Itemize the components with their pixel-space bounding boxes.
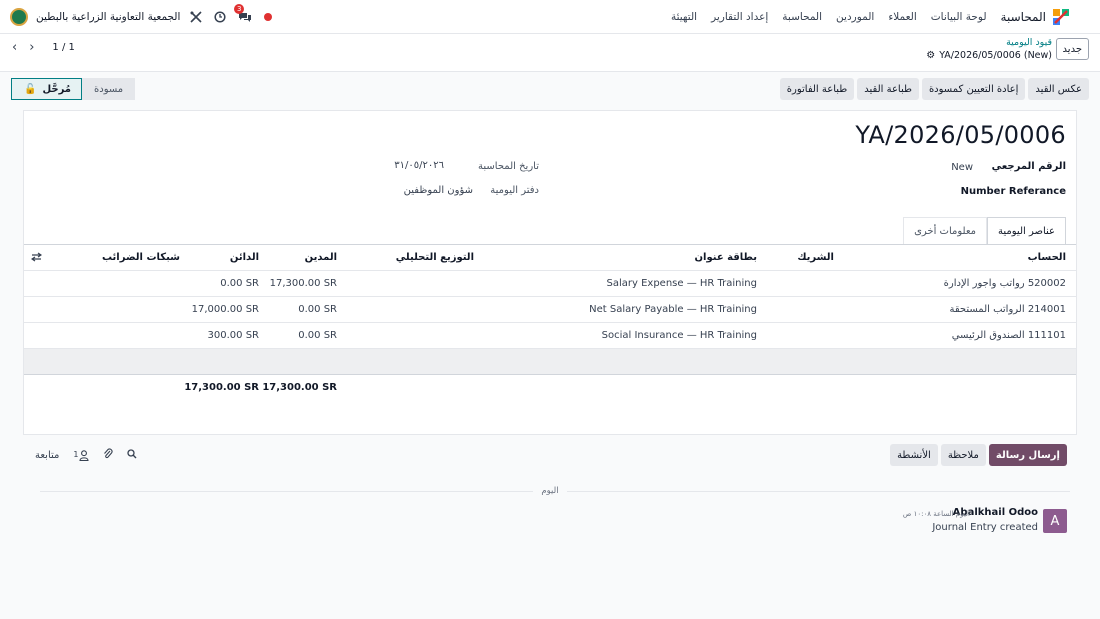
col-account[interactable]: الحساب	[1028, 245, 1066, 271]
print-invoice-button[interactable]: طباعة الفاتورة	[779, 78, 855, 100]
top-navbar: المحاسبة لوحة البيانات العملاء الموردين …	[0, 0, 1100, 34]
app-name[interactable]: المحاسبة	[1001, 10, 1046, 24]
form-tabs: عناصر اليومية معلومات أخرى	[903, 217, 1066, 244]
followers-button[interactable]: 1	[73, 449, 90, 461]
form-actions: عكس القيد إعادة التعيين كمسودة طباعة الق…	[779, 78, 1089, 100]
column-options-icon[interactable]	[30, 245, 43, 271]
row-label: Net Salary Payable — HR Training	[589, 304, 757, 315]
accounting-date-value[interactable]: ٣١/٠٥/٢٠٢٦	[394, 160, 444, 171]
breadcrumb-current-label: YA/2026/05/0006 (New)	[939, 50, 1052, 61]
menu-customers[interactable]: العملاء	[888, 11, 916, 23]
col-analytic[interactable]: التوزيع التحليلي	[396, 245, 474, 271]
table-row[interactable]: 520002 رواتب واجور الإدارة Salary Expens…	[24, 271, 1076, 297]
reference-label: الرقم المرجعي	[991, 161, 1066, 172]
company-switcher[interactable]: الجمعية التعاونية الزراعية بالبطين	[36, 11, 180, 23]
breadcrumb-current: YA/2026/05/0006 (New) ⚙	[926, 50, 1052, 61]
col-partner[interactable]: الشريك	[797, 245, 834, 271]
table-empty-row[interactable]	[24, 349, 1076, 375]
table-totals-row: 17,300.00 SR 17,300.00 SR	[24, 375, 1076, 401]
debug-tools-icon[interactable]	[190, 11, 202, 23]
accounting-date-label: تاريخ المحاسبة	[478, 161, 539, 172]
chat-icon[interactable]: 3	[233, 4, 252, 23]
systray: الجمعية التعاونية الزراعية بالبطين 3	[10, 0, 286, 34]
pager-previous-icon[interactable]: ‹	[12, 40, 17, 55]
row-credit: 17,000.00 SR	[191, 304, 259, 315]
row-account: 520002 رواتب واجور الإدارة	[943, 278, 1066, 289]
form-sheet: YA/2026/05/0006 الرقم المرجعي New Number…	[23, 110, 1077, 435]
chatter-buttons: إرسال رسالة ملاحظة الأنشطة	[890, 444, 1067, 466]
reset-to-draft-button[interactable]: إعادة التعيين كمسودة	[921, 78, 1026, 100]
menu-reporting[interactable]: إعداد التقارير	[711, 11, 768, 23]
menu-dashboard[interactable]: لوحة البيانات	[931, 11, 987, 23]
row-credit: 0.00 SR	[220, 278, 259, 289]
message-date: اليوم الساعة ١٠:٠٨ ص	[902, 510, 970, 518]
pager-value[interactable]: 1 / 1	[52, 42, 74, 53]
reference-value[interactable]: New	[951, 162, 973, 173]
row-label: Salary Expense — HR Training	[606, 278, 758, 289]
row-credit: 300.00 SR	[207, 330, 259, 341]
accounting-app-icon[interactable]	[1052, 8, 1070, 26]
message-body: Journal Entry created	[932, 522, 1038, 533]
total-credit: 17,300.00 SR	[184, 382, 259, 393]
col-label[interactable]: بطاقة عنوان	[695, 245, 758, 271]
status-posted[interactable]: 🔓 مُرحَّل	[11, 78, 82, 100]
follow-button[interactable]: متابعة	[35, 450, 59, 461]
chatter-tools: متابعة 1	[35, 448, 137, 462]
menu-vendors[interactable]: الموردين	[836, 11, 874, 23]
table-row[interactable]: 111101 الصندوق الرئيسي Social Insurance …	[24, 323, 1076, 349]
print-entry-button[interactable]: طباعة القيد	[857, 78, 919, 100]
pager: ‹ › 1 / 1	[12, 40, 75, 55]
day-separator-label: اليوم	[533, 486, 567, 496]
lock-icon: 🔓	[24, 83, 37, 95]
gear-icon[interactable]: ⚙	[926, 50, 935, 61]
send-message-button[interactable]: إرسال رسالة	[988, 444, 1067, 466]
main-menu: المحاسبة لوحة البيانات العملاء الموردين …	[657, 0, 1070, 34]
paperclip-icon[interactable]	[103, 448, 113, 462]
number-reference-label: Number Referance	[960, 186, 1066, 197]
journal-value[interactable]: شؤون الموظفين	[404, 185, 473, 196]
status-draft[interactable]: مسودة	[82, 78, 136, 100]
journal-items-table: الحساب الشريك بطاقة عنوان التوزيع التحلي…	[24, 245, 1076, 401]
pager-next-icon[interactable]: ›	[29, 40, 34, 55]
breadcrumb-parent[interactable]: قيود اليومية	[1006, 37, 1052, 48]
entry-name: YA/2026/05/0006	[855, 121, 1066, 149]
activities-button[interactable]: الأنشطة	[890, 444, 938, 466]
search-icon[interactable]	[127, 448, 137, 462]
status-dot-icon[interactable]	[264, 13, 273, 21]
row-account: 111101 الصندوق الرئيسي	[951, 330, 1066, 341]
menu-accounting[interactable]: المحاسبة	[782, 11, 822, 23]
tab-journal-items[interactable]: عناصر اليومية	[987, 217, 1066, 244]
tab-other-info[interactable]: معلومات أخرى	[903, 217, 988, 244]
status-bar: 🔓 مُرحَّل مسودة	[11, 78, 136, 100]
row-account: 214001 الرواتب المستحقة	[949, 304, 1066, 315]
new-button[interactable]: جديد	[1055, 38, 1089, 60]
user-icon	[79, 449, 90, 461]
table-header: الحساب الشريك بطاقة عنوان التوزيع التحلي…	[24, 245, 1076, 271]
menu-configuration[interactable]: التهيئة	[671, 11, 697, 23]
status-posted-label: مُرحَّل	[42, 83, 71, 95]
company-logo[interactable]	[10, 8, 28, 26]
avatar[interactable]: A	[1043, 509, 1067, 533]
journal-label: دفتر اليومية	[490, 185, 539, 196]
table-row[interactable]: 214001 الرواتب المستحقة Net Salary Payab…	[24, 297, 1076, 323]
control-panel: جديد قيود اليومية YA/2026/05/0006 (New) …	[0, 34, 1100, 72]
col-tax-grids[interactable]: شبكات الضرائب	[24, 245, 180, 271]
clock-icon[interactable]	[214, 11, 226, 23]
followers-count: 1	[73, 449, 79, 459]
row-label: Social Insurance — HR Training	[601, 330, 757, 341]
log-note-button[interactable]: ملاحظة	[940, 444, 986, 466]
reverse-entry-button[interactable]: عكس القيد	[1028, 78, 1089, 100]
